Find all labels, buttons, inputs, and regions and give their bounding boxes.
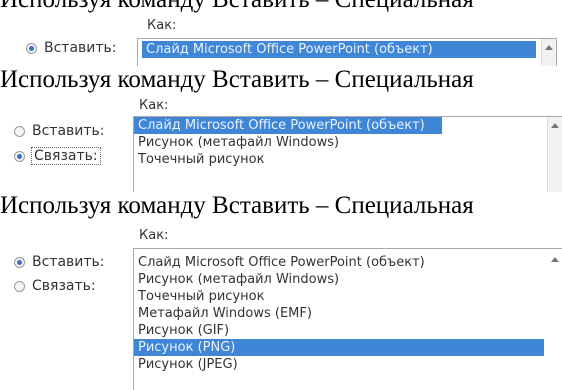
kak-label: Как: [139, 98, 169, 113]
link-radio[interactable] [14, 150, 25, 162]
scrollbar[interactable] [541, 39, 556, 66]
list-item[interactable]: Рисунок (GIF) [134, 322, 562, 339]
scrollbar[interactable] [547, 117, 562, 192]
list-item[interactable]: Рисунок (метафайл Windows) [134, 271, 562, 288]
caption-top: Используя команду Вставить – Специальная [0, 0, 474, 14]
paste-radio-option[interactable]: Вставить: [14, 123, 105, 139]
as-listbox[interactable]: Слайд Microsoft Office PowerPoint (объек… [137, 38, 557, 66]
list-item-selected[interactable]: Рисунок (PNG) [134, 339, 544, 356]
paste-radio[interactable] [14, 125, 25, 137]
caption-middle: Используя команду Вставить – Специальная [0, 66, 474, 93]
as-listbox[interactable]: Слайд Microsoft Office PowerPoint (объек… [133, 248, 562, 390]
list-item[interactable]: Слайд Microsoft Office PowerPoint (объек… [134, 254, 562, 271]
list-item[interactable]: Точечный рисунок [134, 288, 562, 305]
paste-special-panel-3: Как: Вставить: Связать: Слайд Microsoft … [0, 222, 562, 390]
paste-radio[interactable] [26, 42, 37, 54]
caption-bottom: Используя команду Вставить – Специальная [0, 192, 474, 219]
scroll-up-icon[interactable] [545, 45, 553, 50]
paste-radio-label: Вставить: [32, 254, 105, 270]
as-listbox[interactable]: Слайд Microsoft Office PowerPoint (объек… [133, 116, 562, 192]
link-radio[interactable] [14, 280, 25, 292]
scrollbar[interactable] [548, 249, 562, 390]
list-item[interactable]: Точечный рисунок [134, 151, 562, 168]
list-item[interactable]: Рисунок (JPEG) [134, 356, 562, 373]
paste-radio-option[interactable]: Вставить: [14, 254, 105, 270]
kak-label: Как: [147, 18, 177, 33]
list-item[interactable]: Слайд Microsoft Office PowerPoint (объек… [134, 117, 442, 134]
list-item[interactable]: Рисунок (метафайл Windows) [134, 134, 562, 151]
link-radio-label: Связать: [31, 147, 101, 165]
link-radio-option[interactable]: Связать: [14, 278, 96, 294]
scroll-up-icon[interactable] [551, 257, 559, 262]
paste-special-panel-1: Как: Вставить: Слайд Microsoft Office Po… [0, 14, 562, 66]
paste-radio-label: Вставить: [32, 123, 105, 139]
list-item[interactable]: Слайд Microsoft Office PowerPoint (объек… [142, 41, 536, 58]
link-radio-label: Связать: [32, 278, 96, 294]
paste-special-panel-2: Как: Вставить: Связать: Слайд Microsoft … [0, 96, 562, 192]
list-item[interactable]: Метафайл Windows (EMF) [134, 305, 562, 322]
scroll-up-icon[interactable] [551, 123, 559, 128]
kak-label: Как: [139, 228, 169, 243]
paste-radio-option[interactable]: Вставить: [26, 40, 117, 56]
paste-radio[interactable] [14, 256, 25, 268]
paste-radio-label: Вставить: [44, 40, 117, 56]
link-radio-option[interactable]: Связать: [14, 147, 101, 165]
